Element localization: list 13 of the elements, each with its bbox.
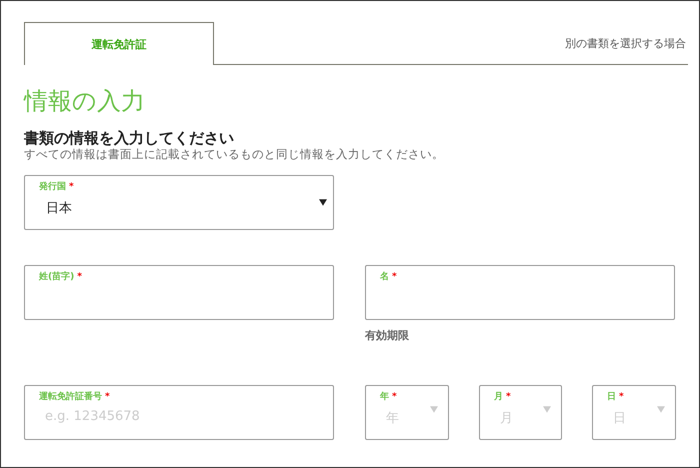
caret-icon <box>657 406 665 413</box>
other-document-link[interactable]: 別の書類を選択する場合 <box>565 36 686 50</box>
last-name-field[interactable]: 姓(苗字) * <box>24 265 334 320</box>
tab[interactable]: 運転免許証 <box>24 22 214 65</box>
caret-icon <box>430 406 438 413</box>
expiry-label: 有効期限 <box>365 328 410 343</box>
caret-icon <box>543 406 551 413</box>
first-name-field[interactable]: 名 * <box>365 265 675 320</box>
page-title: 情報の入力 <box>24 86 146 117</box>
caret-icon <box>319 199 327 206</box>
instruction-text: すべての情報は書面上に記載されているものと同じ情報を入力してください。 <box>24 147 445 162</box>
section-heading: 書類の情報を入力してください <box>24 129 235 147</box>
country-select[interactable]: 発行国 * 日本 <box>24 175 334 230</box>
